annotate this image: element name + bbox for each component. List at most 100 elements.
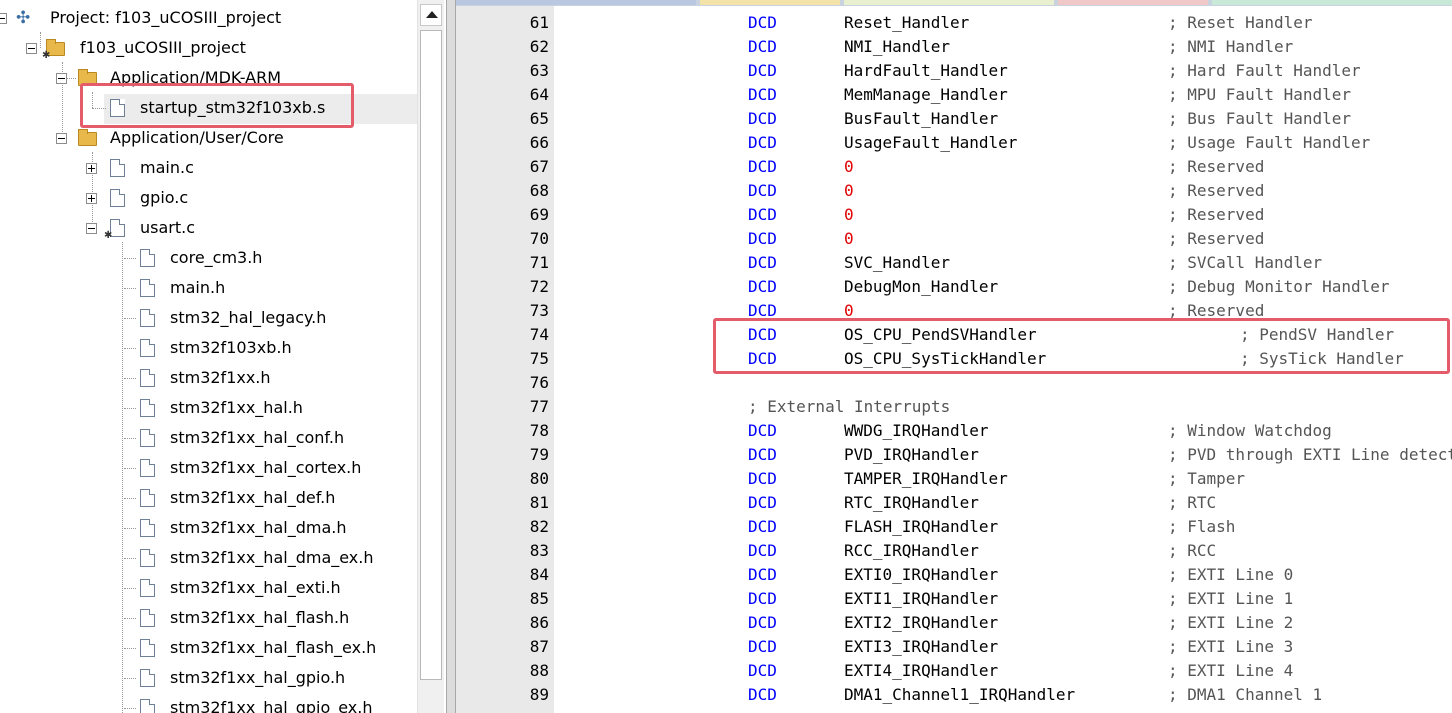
- code-line[interactable]: 66 DCD UsageFault_Handler ; Usage Fault Han…: [456, 131, 1452, 155]
- code-operand: 0: [844, 181, 854, 200]
- line-number: 88: [529, 661, 549, 680]
- scroll-thumb[interactable]: [420, 30, 442, 680]
- code-keyword: DCD: [748, 541, 777, 560]
- code-line[interactable]: 70 DCD 0 ; Reserved: [456, 227, 1452, 251]
- collapse-icon[interactable]: [26, 43, 37, 54]
- file-icon: [140, 609, 155, 627]
- target-label: f103_uCOSIII_project: [80, 38, 246, 57]
- code-line[interactable]: 62 DCD NMI_Handler ; NMI Handler: [456, 35, 1452, 59]
- code-keyword: DCD: [748, 277, 777, 296]
- collapse-icon[interactable]: [56, 73, 67, 84]
- editor-tab[interactable]: [1058, 0, 1208, 5]
- code-operand: BusFault_Handler: [844, 109, 999, 128]
- code-line[interactable]: 64 DCD MemManage_Handler ; MPU Fault Handle…: [456, 83, 1452, 107]
- code-line[interactable]: 71 DCD SVC_Handler ; SVCall Handler: [456, 251, 1452, 275]
- code-editor[interactable]: 61 DCD Reset_Handler ; Reset Handler 62 DCD N…: [456, 0, 1452, 713]
- code-comment: ; Reserved: [1168, 205, 1265, 224]
- file-label: stm32_hal_legacy.h: [170, 308, 327, 327]
- code-keyword: DCD: [748, 493, 777, 512]
- code-line[interactable]: 61 DCD Reset_Handler ; Reset Handler: [456, 11, 1452, 35]
- tree-header-file[interactable]: stm32f1xx_hal_def.h: [0, 483, 416, 513]
- tree-header-file[interactable]: core_cm3.h: [0, 243, 416, 273]
- file-label: stm32f1xx_hal_flash_ex.h: [170, 638, 377, 657]
- code-line[interactable]: 77 ; External Interrupts: [456, 395, 1452, 419]
- code-line[interactable]: 72 DCD DebugMon_Handler ; Debug Monitor Han…: [456, 275, 1452, 299]
- code-line[interactable]: 79 DCD PVD_IRQHandler ; PVD through EXTI Li…: [456, 443, 1452, 467]
- expand-icon[interactable]: [86, 163, 97, 174]
- code-line[interactable]: 68 DCD 0 ; Reserved: [456, 179, 1452, 203]
- tree-header-file[interactable]: stm32f1xx_hal_dma.h: [0, 513, 416, 543]
- tree-header-file[interactable]: stm32f1xx_hal_dma_ex.h: [0, 543, 416, 573]
- code-operand: EXTI2_IRQHandler: [844, 613, 999, 632]
- editor-tab-strip[interactable]: [456, 0, 1452, 6]
- tree-header-file[interactable]: stm32f1xx_hal_cortex.h: [0, 453, 416, 483]
- file-label: stm32f1xx_hal_def.h: [170, 488, 336, 507]
- editor-tab[interactable]: [700, 0, 840, 5]
- code-operand: WWDG_IRQHandler: [844, 421, 989, 440]
- code-line[interactable]: 88 DCD EXTI4_IRQHandler ; EXTI Line 4: [456, 659, 1452, 683]
- editor-tab[interactable]: [456, 0, 696, 5]
- code-line[interactable]: 67 DCD 0 ; Reserved: [456, 155, 1452, 179]
- collapse-icon[interactable]: [86, 223, 97, 234]
- line-number: 76: [529, 373, 549, 392]
- tree-row-project[interactable]: ✣ Project: f103_uCOSIII_project: [0, 3, 416, 33]
- code-keyword: DCD: [748, 445, 777, 464]
- code-line[interactable]: 81 DCD RTC_IRQHandler ; RTC: [456, 491, 1452, 515]
- project-icon: ✣: [16, 8, 31, 28]
- gear-icon: ✱: [42, 50, 51, 61]
- tree-header-file[interactable]: stm32f1xx_hal_exti.h: [0, 573, 416, 603]
- file-icon: [140, 639, 155, 657]
- file-icon: [140, 429, 155, 447]
- code-line[interactable]: 76: [456, 371, 1452, 395]
- code-line[interactable]: 85 DCD EXTI1_IRQHandler ; EXTI Line 1: [456, 587, 1452, 611]
- code-operand: EXTI1_IRQHandler: [844, 589, 999, 608]
- code-keyword: DCD: [748, 253, 777, 272]
- code-line[interactable]: 63 DCD HardFault_Handler ; Hard Fault Handl…: [456, 59, 1452, 83]
- tree-header-file[interactable]: stm32f1xx_hal.h: [0, 393, 416, 423]
- tree-header-file[interactable]: main.h: [0, 273, 416, 303]
- tree-header-file[interactable]: stm32f1xx_hal_gpio.h: [0, 663, 416, 693]
- file-label: core_cm3.h: [170, 248, 263, 267]
- code-comment: ; Reserved: [1168, 181, 1265, 200]
- editor-tab[interactable]: [1212, 0, 1452, 5]
- tree-header-file[interactable]: stm32f1xx_hal_flash_ex.h: [0, 633, 416, 663]
- tree-file-gpio-c[interactable]: gpio.c: [0, 183, 416, 213]
- tree-file-main-c[interactable]: main.c: [0, 153, 416, 183]
- code-operand: MemManage_Handler: [844, 85, 1008, 104]
- tree-scrollbar[interactable]: [417, 0, 444, 713]
- file-icon: [140, 459, 155, 477]
- collapse-icon[interactable]: [56, 133, 67, 144]
- tree-header-file[interactable]: stm32f1xx_hal_gpio_ex.h: [0, 693, 416, 713]
- code-line[interactable]: 86 DCD EXTI2_IRQHandler ; EXTI Line 2: [456, 611, 1452, 635]
- tree-row-target[interactable]: ✱ f103_uCOSIII_project: [0, 33, 416, 63]
- code-line[interactable]: 65 DCD BusFault_Handler ; Bus Fault Handler: [456, 107, 1452, 131]
- file-icon: [140, 549, 155, 567]
- code-line[interactable]: 82 DCD FLASH_IRQHandler ; Flash: [456, 515, 1452, 539]
- code-line[interactable]: 89 DCD DMA1_Channel1_IRQHandler ; DMA1 Chan…: [456, 683, 1452, 707]
- tree-header-file[interactable]: stm32f103xb.h: [0, 333, 416, 363]
- code-line[interactable]: 69 DCD 0 ; Reserved: [456, 203, 1452, 227]
- tree-header-file[interactable]: stm32f1xx_hal_flash.h: [0, 603, 416, 633]
- tree-header-file[interactable]: stm32f1xx.h: [0, 363, 416, 393]
- pane-splitter[interactable]: [446, 0, 456, 713]
- line-number: 70: [529, 229, 549, 248]
- line-number: 80: [529, 469, 549, 488]
- scroll-up-arrow-icon[interactable]: [420, 4, 442, 26]
- code-operand: 0: [844, 229, 854, 248]
- line-number: 79: [529, 445, 549, 464]
- line-number: 73: [529, 301, 549, 320]
- code-keyword: DCD: [748, 517, 777, 536]
- code-line[interactable]: 83 DCD RCC_IRQHandler ; RCC: [456, 539, 1452, 563]
- collapse-icon[interactable]: [0, 13, 7, 24]
- code-line[interactable]: 87 DCD EXTI3_IRQHandler ; EXTI Line 3: [456, 635, 1452, 659]
- editor-tab[interactable]: [844, 0, 1054, 5]
- code-line[interactable]: 80 DCD TAMPER_IRQHandler ; Tamper: [456, 467, 1452, 491]
- code-line[interactable]: 78 DCD WWDG_IRQHandler ; Window Watchdog: [456, 419, 1452, 443]
- code-comment: ; Tamper: [1168, 469, 1246, 488]
- expand-icon[interactable]: [86, 193, 97, 204]
- code-line[interactable]: 84 DCD EXTI0_IRQHandler ; EXTI Line 0: [456, 563, 1452, 587]
- file-icon: [140, 669, 155, 687]
- tree-header-file[interactable]: stm32_hal_legacy.h: [0, 303, 416, 333]
- tree-header-file[interactable]: stm32f1xx_hal_conf.h: [0, 423, 416, 453]
- tree-file-usart-c[interactable]: ✱ usart.c: [0, 213, 416, 243]
